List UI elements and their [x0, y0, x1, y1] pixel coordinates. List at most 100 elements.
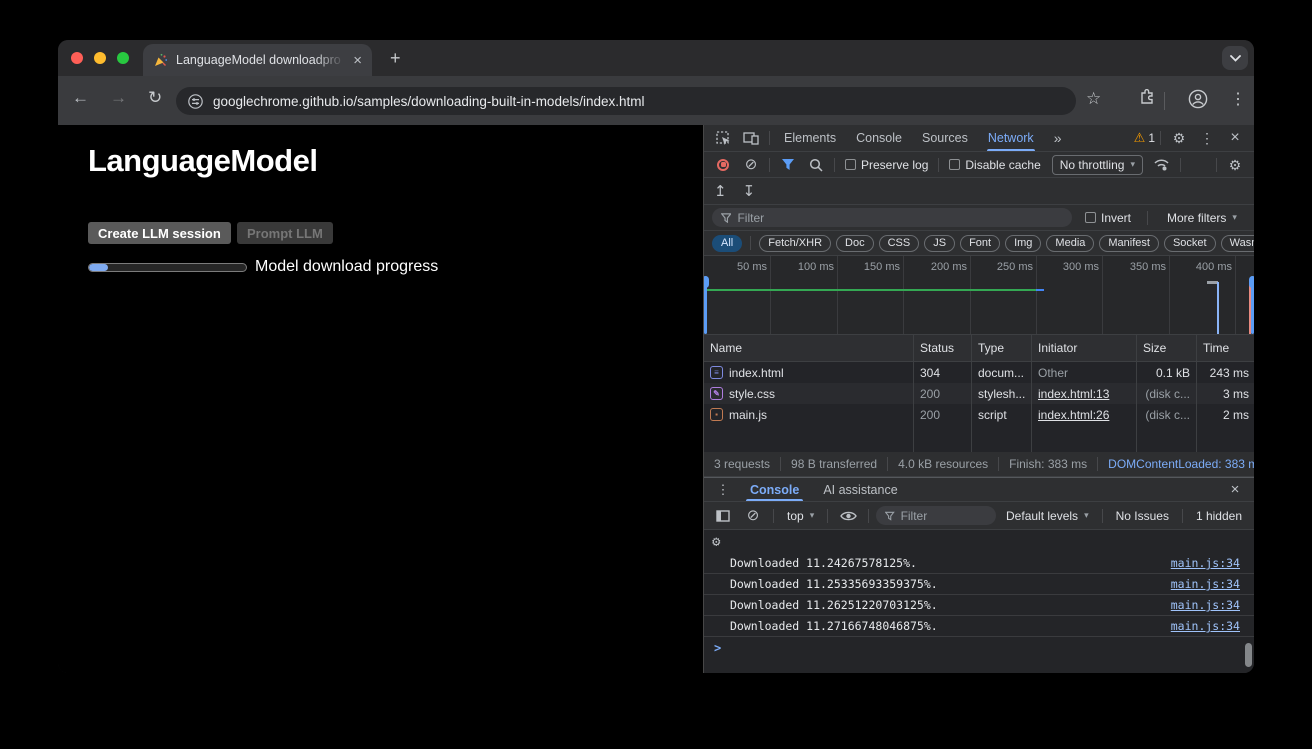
bookmark-star-icon[interactable]: ☆: [1086, 89, 1101, 109]
col-initiator[interactable]: Initiator: [1032, 335, 1137, 361]
col-status[interactable]: Status: [914, 335, 972, 361]
requests-table-header[interactable]: Name Status Type Initiator Size Time: [704, 335, 1254, 362]
chip-font[interactable]: Font: [960, 235, 1000, 252]
chip-wasm[interactable]: Wasm: [1221, 235, 1254, 252]
tick-label: 300 ms: [1039, 261, 1099, 273]
console-prompt[interactable]: >: [704, 637, 1254, 659]
tab-network[interactable]: Network: [979, 125, 1043, 151]
search-icon[interactable]: [803, 152, 829, 177]
initiator-link[interactable]: index.html:26: [1038, 408, 1109, 422]
export-har-icon[interactable]: ↧: [743, 182, 756, 200]
network-filter-input[interactable]: [737, 211, 1063, 225]
browser-tab[interactable]: LanguageModel downloadpro ×: [143, 44, 372, 76]
throttling-select[interactable]: No throttling ▾: [1052, 155, 1143, 175]
chip-manifest[interactable]: Manifest: [1099, 235, 1159, 252]
network-overview-timeline[interactable]: 50 ms 100 ms 150 ms 200 ms 250 ms 300 ms…: [704, 256, 1254, 335]
col-size[interactable]: Size: [1137, 335, 1197, 361]
browser-menu-icon[interactable]: ⋮: [1230, 89, 1246, 109]
clear-console-icon[interactable]: ⊘: [740, 502, 766, 529]
new-tab-button[interactable]: +: [390, 50, 401, 66]
clear-network-log-icon[interactable]: ⊘: [738, 152, 764, 177]
import-har-icon[interactable]: ↥: [714, 182, 727, 200]
devtools-menu-icon[interactable]: ⋮: [1194, 125, 1220, 151]
overview-left-handle[interactable]: [704, 276, 707, 334]
console-message[interactable]: Downloaded 11.26251220703125%. main.js:3…: [704, 595, 1254, 616]
issues-counter[interactable]: ⚠ 1: [1134, 130, 1155, 146]
source-link[interactable]: main.js:34: [1171, 619, 1254, 633]
chip-fetch-xhr[interactable]: Fetch/XHR: [759, 235, 831, 252]
invert-checkbox[interactable]: Invert: [1080, 211, 1136, 225]
col-type[interactable]: Type: [972, 335, 1032, 361]
tab-console[interactable]: Console: [847, 125, 911, 151]
network-conditions-icon[interactable]: [1149, 152, 1175, 177]
chip-all[interactable]: All: [712, 235, 742, 252]
requests-count: 3 requests: [704, 457, 781, 471]
filter-funnel-icon[interactable]: [775, 152, 801, 177]
divider: [1102, 509, 1103, 523]
log-levels-select[interactable]: Default levels ▾: [1000, 509, 1095, 523]
console-scrollbar[interactable]: [1245, 643, 1252, 667]
table-row[interactable]: ≡index.html 304 docum... Other 0.1 kB 24…: [704, 362, 1254, 383]
create-llm-session-button[interactable]: Create LLM session: [88, 222, 231, 244]
device-toolbar-icon[interactable]: [738, 125, 764, 151]
gridline: [903, 256, 904, 334]
console-message[interactable]: Downloaded 11.25335693359375%. main.js:3…: [704, 574, 1254, 595]
tab-search-button[interactable]: [1222, 46, 1248, 70]
extensions-puzzle-icon[interactable]: [1138, 89, 1156, 107]
console-settings-gear-icon[interactable]: ⚙: [712, 535, 720, 549]
hidden-messages-count[interactable]: 1 hidden: [1190, 509, 1248, 523]
progress-fill: [89, 264, 108, 271]
source-link[interactable]: main.js:34: [1171, 556, 1254, 570]
console-message[interactable]: Downloaded 11.27166748046875%. main.js:3…: [704, 616, 1254, 637]
chip-media[interactable]: Media: [1046, 235, 1094, 252]
devtools-settings-gear-icon[interactable]: ⚙: [1166, 125, 1192, 151]
address-bar[interactable]: googlechrome.github.io/samples/downloadi…: [176, 87, 1076, 115]
console-message[interactable]: Downloaded 11.24267578125%. main.js:34: [704, 553, 1254, 574]
minimize-window-button[interactable]: [94, 52, 106, 64]
live-expression-eye-icon[interactable]: [835, 502, 861, 529]
table-row[interactable]: ✎style.css 200 stylesh... index.html:13 …: [704, 383, 1254, 404]
preserve-log-checkbox[interactable]: Preserve log: [840, 158, 933, 172]
chevron-down-icon: ▾: [810, 510, 815, 521]
col-name[interactable]: Name: [704, 335, 914, 361]
console-filter-input-wrap: [876, 506, 996, 525]
network-settings-gear-icon[interactable]: ⚙: [1222, 152, 1248, 177]
more-filters-button[interactable]: More filters ▾: [1159, 211, 1245, 225]
chip-socket[interactable]: Socket: [1164, 235, 1216, 252]
context-selector[interactable]: top ▾: [781, 509, 820, 523]
zoom-window-button[interactable]: [117, 52, 129, 64]
tab-close-icon[interactable]: ×: [353, 53, 362, 68]
tab-elements[interactable]: Elements: [775, 125, 845, 151]
chip-css[interactable]: CSS: [879, 235, 920, 252]
source-link[interactable]: main.js:34: [1171, 598, 1254, 612]
table-row[interactable]: ▪main.js 200 script index.html:26 (disk …: [704, 404, 1254, 425]
overview-right-handle[interactable]: [1251, 276, 1254, 334]
issues-link[interactable]: No Issues: [1110, 509, 1175, 523]
chip-doc[interactable]: Doc: [836, 235, 874, 252]
network-toolbar: ⊘ Preserve log: [704, 152, 1254, 178]
forward-button[interactable]: →: [110, 88, 127, 108]
chip-img[interactable]: Img: [1005, 235, 1041, 252]
site-settings-icon[interactable]: [188, 94, 203, 109]
close-window-button[interactable]: [71, 52, 83, 64]
col-time[interactable]: Time: [1197, 335, 1254, 361]
console-sidebar-icon[interactable]: [710, 502, 736, 529]
disable-cache-checkbox[interactable]: Disable cache: [944, 158, 1045, 172]
reload-button[interactable]: ↻: [148, 88, 162, 108]
drawer-close-icon[interactable]: ×: [1222, 478, 1248, 501]
record-network-log-button[interactable]: [710, 152, 736, 177]
drawer-menu-icon[interactable]: ⋮: [710, 478, 736, 501]
tick-label: 250 ms: [973, 261, 1033, 273]
profile-avatar-icon[interactable]: [1188, 89, 1208, 109]
drawer-tab-console[interactable]: Console: [740, 478, 809, 501]
tab-sources[interactable]: Sources: [913, 125, 977, 151]
chip-js[interactable]: JS: [924, 235, 955, 252]
initiator-link[interactable]: index.html:13: [1038, 387, 1109, 401]
console-filter-input[interactable]: [901, 509, 987, 523]
back-button[interactable]: ←: [72, 88, 89, 108]
inspect-element-icon[interactable]: [710, 125, 736, 151]
drawer-tab-ai-assistance[interactable]: AI assistance: [813, 478, 907, 501]
more-tabs-icon[interactable]: »: [1045, 125, 1071, 151]
devtools-close-icon[interactable]: ×: [1222, 125, 1248, 151]
source-link[interactable]: main.js:34: [1171, 577, 1254, 591]
